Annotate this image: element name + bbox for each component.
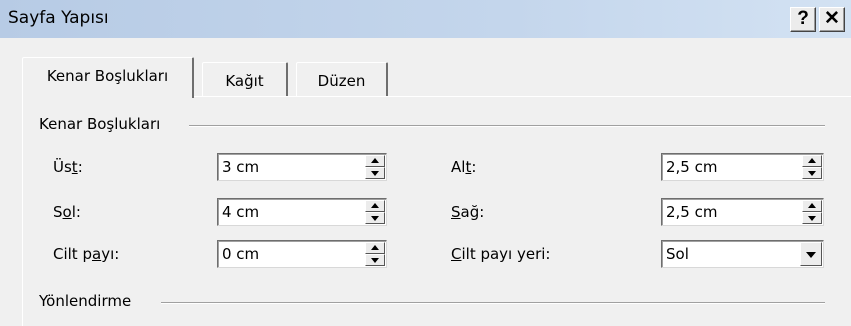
label-text: ağ:: [460, 203, 485, 221]
top-margin-value: 3 cm: [222, 158, 260, 176]
spin-down-icon[interactable]: [802, 167, 822, 179]
tab-panel: Kenar Boşlukları Üst: 3 cm Sol: 4 cm Cil…: [22, 96, 851, 326]
label-text: Al: [451, 158, 466, 176]
top-margin-label: Üst:: [53, 158, 83, 176]
help-button[interactable]: ?: [790, 7, 816, 32]
tab-paper[interactable]: Kağıt: [202, 62, 288, 96]
label-accel: C: [451, 245, 462, 263]
group-divider: [161, 302, 825, 304]
spin-up-icon[interactable]: [365, 242, 385, 254]
spin-down-icon[interactable]: [365, 212, 385, 224]
label-text: :: [77, 158, 83, 176]
help-icon: ?: [797, 8, 809, 29]
spin-control: [365, 242, 385, 266]
left-margin-spinbox[interactable]: 4 cm: [217, 198, 387, 226]
gutter-position-value: Sol: [666, 245, 689, 263]
chevron-down-icon[interactable]: [800, 242, 822, 266]
label-accel: a: [91, 245, 102, 263]
spin-down-icon[interactable]: [365, 254, 385, 266]
gutter-position-label: Cilt payı yeri:: [451, 245, 551, 263]
margins-group-title: Kenar Boşlukları: [39, 115, 169, 133]
label-text: l:: [71, 203, 81, 221]
right-margin-label: Sağ:: [451, 203, 484, 221]
spin-down-icon[interactable]: [802, 212, 822, 224]
label-text: S: [53, 203, 63, 221]
close-icon: ✕: [824, 8, 840, 29]
spin-up-icon[interactable]: [365, 155, 385, 167]
spin-down-icon[interactable]: [365, 167, 385, 179]
right-margin-value: 2,5 cm: [666, 203, 718, 221]
bottom-margin-label: Alt:: [451, 158, 476, 176]
tab-label: Kağıt: [225, 72, 264, 90]
label-accel: S: [451, 203, 461, 221]
close-button[interactable]: ✕: [819, 7, 845, 32]
spin-control: [365, 200, 385, 224]
label-text: :: [471, 158, 477, 176]
tab-layout[interactable]: Düzen: [296, 62, 388, 96]
gutter-spinbox[interactable]: 0 cm: [217, 240, 387, 268]
gutter-label: Cilt payı:: [53, 245, 119, 263]
spin-up-icon[interactable]: [365, 200, 385, 212]
title-bar: Sayfa Yapısı ? ✕: [0, 0, 851, 38]
spin-up-icon[interactable]: [802, 200, 822, 212]
right-margin-spinbox[interactable]: 2,5 cm: [661, 198, 824, 226]
spin-control: [802, 155, 822, 179]
label-text: ilt payı yeri:: [461, 245, 551, 263]
group-divider: [189, 125, 825, 127]
orientation-group-title: Yönlendirme: [39, 292, 140, 310]
gutter-position-dropdown[interactable]: Sol: [661, 240, 824, 268]
window-title: Sayfa Yapısı: [8, 8, 109, 28]
bottom-margin-value: 2,5 cm: [666, 158, 718, 176]
spin-control: [365, 155, 385, 179]
label-text: yı:: [101, 245, 120, 263]
label-accel: o: [62, 203, 72, 221]
left-margin-label: Sol:: [53, 203, 81, 221]
tab-margins[interactable]: Kenar Boşlukları: [22, 57, 194, 98]
left-margin-value: 4 cm: [222, 203, 260, 221]
tab-label: Kenar Boşlukları: [46, 67, 169, 85]
label-text: Üs: [53, 158, 72, 176]
spin-control: [802, 200, 822, 224]
label-text: Cilt p: [53, 245, 92, 263]
tab-label: Düzen: [317, 72, 366, 90]
spin-up-icon[interactable]: [802, 155, 822, 167]
gutter-value: 0 cm: [222, 245, 260, 263]
bottom-margin-spinbox[interactable]: 2,5 cm: [661, 153, 824, 181]
top-margin-spinbox[interactable]: 3 cm: [217, 153, 387, 181]
